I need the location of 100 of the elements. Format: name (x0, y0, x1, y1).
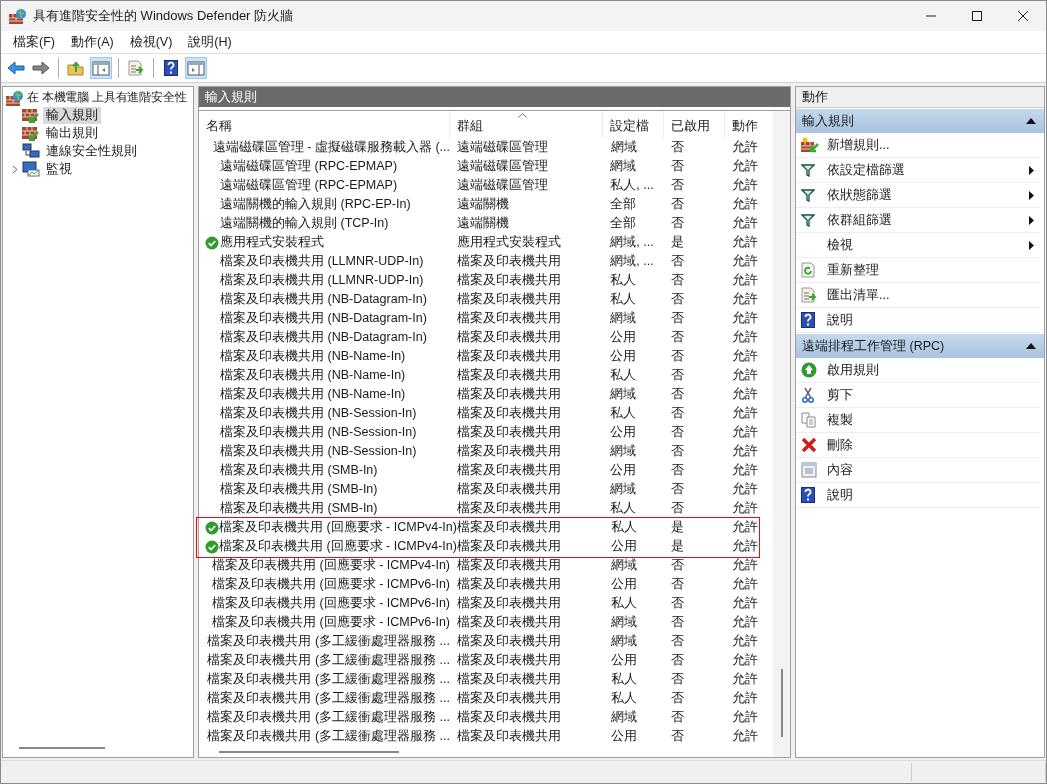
table-cell-text: 網域 (609, 386, 638, 403)
rule-name[interactable]: 遠端關機的輸入規則 (TCP-In) (220, 214, 389, 233)
table-cell-text: 允許 (731, 443, 760, 460)
horizontal-scrollbar[interactable] (219, 750, 399, 753)
action-item[interactable]: 匯出清單... (796, 283, 1040, 308)
menu-item[interactable]: 檔案(F) (5, 33, 63, 51)
tree-item[interactable]: 監視 (43, 160, 75, 178)
table-cell-text: 允許 (731, 671, 760, 688)
table-cell-text: 允許 (731, 158, 760, 175)
rule-name[interactable]: 檔案及印表機共用 (多工緩衝處理器服務 ... (207, 632, 450, 651)
rule-name[interactable]: 檔案及印表機共用 (多工緩衝處理器服務 ... (207, 708, 450, 727)
column-header[interactable]: 群組 (449, 111, 604, 138)
table-cell-text: 私人 (609, 519, 638, 536)
rule-name[interactable]: 檔案及印表機共用 (回應要求 - ICMPv4-In) (212, 556, 450, 575)
table-cell-text: 允許 (731, 253, 760, 270)
back-arrow-icon (7, 59, 25, 77)
rule-name[interactable]: 檔案及印表機共用 (NB-Name-In) (220, 366, 406, 385)
action-item[interactable]: 剪下 (796, 383, 1040, 408)
table-cell-text: 否 (670, 500, 686, 517)
table-cell-text: 允許 (731, 614, 760, 631)
table-cell-text: 網域 (609, 614, 638, 631)
column-header[interactable]: 名稱 (199, 111, 450, 138)
delete-icon (801, 437, 817, 453)
table-cell-text: 否 (670, 310, 686, 327)
column-header[interactable]: 已啟用 (664, 111, 726, 138)
table-cell-text: 否 (670, 424, 686, 441)
tree-item[interactable]: 輸入規則 (43, 106, 101, 124)
column-label: 名稱 (206, 119, 232, 133)
vertical-scrollbar[interactable] (780, 669, 783, 737)
rule-name[interactable]: 檔案及印表機共用 (回應要求 - ICMPv4-In) (219, 537, 457, 556)
action-label: 依狀態篩選 (827, 186, 893, 204)
action-item[interactable]: 重新整理 (796, 258, 1040, 283)
horizontal-scrollbar[interactable] (19, 747, 105, 749)
action-item[interactable]: 新增規則... (796, 133, 1040, 158)
table-cell-text: 公用 (609, 538, 638, 555)
tree-item[interactable]: 輸出規則 (43, 124, 101, 142)
action-item[interactable]: 檢視 (796, 233, 1040, 258)
table-cell-text: 允許 (731, 386, 760, 403)
table-cell-text: 公用 (609, 652, 638, 669)
rule-name[interactable]: 應用程式安裝程式 (220, 233, 324, 252)
column-header[interactable]: 設定檔 (603, 111, 665, 138)
column-label: 動作 (732, 119, 759, 133)
action-item[interactable]: 說明 (796, 308, 1040, 333)
menu-item[interactable]: 動作(A) (62, 33, 122, 51)
rule-name[interactable]: 檔案及印表機共用 (SMB-In) (220, 480, 378, 499)
rule-name[interactable]: 檔案及印表機共用 (回應要求 - ICMPv6-In) (212, 575, 450, 594)
rule-name[interactable]: 檔案及印表機共用 (回應要求 - ICMPv6-In) (212, 594, 450, 613)
rule-name[interactable]: 遠端磁碟區管理 (RPC-EPMAP) (220, 157, 398, 176)
menu-item[interactable]: 說明(H) (180, 33, 240, 51)
rule-name[interactable]: 檔案及印表機共用 (NB-Session-In) (220, 423, 417, 442)
action-item[interactable]: 複製 (796, 408, 1040, 433)
action-item[interactable]: 依群組篩選 (796, 208, 1040, 233)
section-header[interactable]: 輸入規則 (796, 109, 1044, 133)
tree-item[interactable]: 在 本機電腦 上具有進階安全性 (26, 89, 188, 106)
rule-name[interactable]: 檔案及印表機共用 (多工緩衝處理器服務 ... (207, 670, 450, 689)
action-item[interactable]: 說明 (796, 483, 1040, 508)
action-label: 複製 (827, 411, 854, 429)
table-cell-text: 遠端磁碟區管理 (455, 158, 549, 175)
rule-name[interactable]: 檔案及印表機共用 (NB-Name-In) (220, 347, 406, 366)
table-cell-text: 公用 (609, 462, 638, 479)
table-cell-text: 否 (670, 576, 686, 593)
action-item[interactable]: 啟用規則 (796, 358, 1040, 383)
rule-name[interactable]: 遠端磁碟區管理 - 虛擬磁碟服務載入器 (... (212, 138, 450, 157)
table-cell-text: 是 (670, 519, 686, 536)
column-header[interactable]: 動作 (725, 111, 773, 138)
rule-name[interactable]: 檔案及印表機共用 (NB-Datagram-In) (220, 309, 427, 328)
table-cell-text: 允許 (731, 196, 760, 213)
rule-name[interactable]: 檔案及印表機共用 (NB-Session-In) (220, 404, 417, 423)
rule-name[interactable]: 檔案及印表機共用 (多工緩衝處理器服務 ... (207, 727, 450, 746)
table-cell-text: 允許 (731, 728, 760, 745)
table-cell-text: 全部 (609, 196, 638, 213)
action-item[interactable]: 依設定檔篩選 (796, 158, 1040, 183)
menu-item[interactable]: 檢視(V) (121, 33, 181, 51)
rule-name[interactable]: 檔案及印表機共用 (回應要求 - ICMPv4-In) (219, 518, 457, 537)
rule-name[interactable]: 遠端關機的輸入規則 (RPC-EP-In) (220, 195, 411, 214)
export-list-icon (801, 287, 817, 303)
rule-name[interactable]: 檔案及印表機共用 (NB-Name-In) (220, 385, 406, 404)
rule-name[interactable]: 檔案及印表機共用 (多工緩衝處理器服務 ... (207, 689, 450, 708)
section-header[interactable]: 遠端排程工作管理 (RPC) (796, 334, 1044, 358)
action-item[interactable]: 內容 (796, 458, 1040, 483)
rule-name[interactable]: 檔案及印表機共用 (NB-Datagram-In) (220, 290, 427, 309)
rule-name[interactable]: 檔案及印表機共用 (回應要求 - ICMPv6-In) (212, 613, 450, 632)
table-cell-text: 檔案及印表機共用 (455, 329, 562, 346)
table-cell-text: 檔案及印表機共用 (455, 462, 562, 479)
table-cell-text: 應用程式安裝程式 (455, 234, 562, 251)
action-item[interactable]: 依狀態篩選 (796, 183, 1040, 208)
rule-name[interactable]: 檔案及印表機共用 (NB-Session-In) (220, 442, 417, 461)
table-cell-text: 允許 (731, 652, 760, 669)
table-cell-text: 是 (670, 538, 686, 555)
rule-name[interactable]: 檔案及印表機共用 (LLMNR-UDP-In) (220, 252, 424, 271)
tree-item[interactable]: 連線安全性規則 (43, 142, 140, 160)
action-item[interactable]: 刪除 (796, 433, 1040, 458)
rule-name[interactable]: 檔案及印表機共用 (NB-Datagram-In) (220, 328, 427, 347)
table-cell-text: 檔案及印表機共用 (455, 253, 562, 270)
rule-name[interactable]: 檔案及印表機共用 (多工緩衝處理器服務 ... (207, 651, 450, 670)
rule-name[interactable]: 檔案及印表機共用 (LLMNR-UDP-In) (220, 271, 424, 290)
rule-name[interactable]: 遠端磁碟區管理 (RPC-EPMAP) (220, 176, 398, 195)
table-cell-text: 檔案及印表機共用 (455, 443, 562, 460)
rule-name[interactable]: 檔案及印表機共用 (SMB-In) (220, 461, 378, 480)
rule-name[interactable]: 檔案及印表機共用 (SMB-In) (220, 499, 378, 518)
